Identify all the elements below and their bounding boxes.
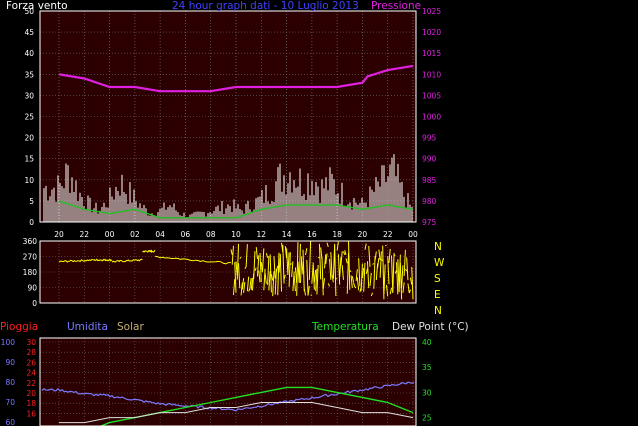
pressure-tick-label: 975 <box>422 218 437 227</box>
pressure-tick-label: 1010 <box>422 70 441 79</box>
legend-pioggia: Pioggia <box>0 321 38 333</box>
x-tick-label: 04 <box>155 230 165 239</box>
compass-s: S <box>434 273 441 285</box>
x-tick-label: 22 <box>80 230 90 239</box>
x-tick-label: 06 <box>181 230 191 239</box>
x-tick-label: 00 <box>408 230 418 239</box>
wind-tick-label: 20 <box>24 134 34 143</box>
x-tick-label: 14 <box>282 230 292 239</box>
pressure-tick-label: 1000 <box>422 113 441 122</box>
legend-temperatura: Temperatura <box>311 321 379 333</box>
direction-tick-label: 0 <box>32 299 37 308</box>
temperature-tick-label: 40 <box>422 338 432 347</box>
compass-w: W <box>434 257 445 269</box>
x-tick-label: 02 <box>130 230 140 239</box>
pressure-tick-label: 1020 <box>422 28 441 37</box>
x-tick-label: 20 <box>54 230 64 239</box>
x-tick-label: 12 <box>257 230 267 239</box>
humidity-tick-label: 90 <box>5 358 15 367</box>
compass-e: E <box>434 289 441 301</box>
direction-mark <box>310 294 313 296</box>
wind-tick-label: 40 <box>24 49 34 58</box>
pressure-axis-label: Pressione <box>371 0 421 12</box>
temperature-tick-label: 30 <box>422 388 432 397</box>
pressure-tick-label: 1015 <box>422 49 441 58</box>
x-tick-label: 10 <box>231 230 241 239</box>
pressure-tick-label: 995 <box>422 134 437 143</box>
wind-axis-label: Forza vento <box>6 0 68 12</box>
direction-mark <box>317 256 320 259</box>
wind-tick-label: 0 <box>29 218 34 227</box>
direction-tick-label: 180 <box>23 268 38 277</box>
wind-tick-label: 45 <box>24 28 34 37</box>
rain-tick-label: 26 <box>26 358 36 367</box>
pressure-tick-label: 1005 <box>422 91 441 100</box>
rain-tick-label: 18 <box>26 399 36 408</box>
compass-n1: N <box>434 241 442 253</box>
x-tick-label: 00 <box>105 230 115 239</box>
temperature-tick-label: 35 <box>422 363 432 372</box>
legend-umidita: Umidita <box>67 321 108 333</box>
wind-tick-label: 35 <box>24 70 34 79</box>
rain-tick-label: 20 <box>26 389 36 398</box>
temperature-tick-label: 25 <box>422 414 432 423</box>
x-tick-label: 08 <box>206 230 216 239</box>
pressure-tick-label: 1025 <box>422 7 441 16</box>
humidity-tick-label: 80 <box>5 378 15 387</box>
rain-tick-label: 30 <box>26 338 36 347</box>
weather-chart: 0510152025303540455097598098599099510001… <box>0 0 469 426</box>
compass-n2: N <box>434 305 442 317</box>
direction-tick-label: 90 <box>27 284 37 293</box>
pressure-tick-label: 980 <box>422 197 437 206</box>
wind-tick-label: 10 <box>24 176 34 185</box>
humidity-tick-label: 70 <box>5 398 15 407</box>
rain-tick-label: 22 <box>26 379 36 388</box>
rain-tick-label: 28 <box>26 348 36 357</box>
legend-dewpoint: Dew Point (°C) <box>392 321 469 333</box>
humidity-plot-area <box>40 338 416 426</box>
rain-tick-label: 16 <box>26 409 36 418</box>
wind-tick-label: 5 <box>29 197 34 206</box>
x-tick-label: 16 <box>307 230 317 239</box>
humidity-tick-label: 100 <box>1 338 16 347</box>
wind-plot-area <box>40 11 416 222</box>
direction-tick-label: 270 <box>23 253 38 262</box>
legend-solar: Solar <box>117 321 144 333</box>
rain-tick-label: 24 <box>26 369 36 378</box>
x-tick-label: 18 <box>332 230 342 239</box>
wind-tick-label: 25 <box>24 113 34 122</box>
humidity-tick-label: 60 <box>5 418 15 426</box>
x-tick-label: 22 <box>383 230 393 239</box>
pressure-tick-label: 985 <box>422 176 437 185</box>
wind-tick-label: 30 <box>24 91 34 100</box>
direction-tick-label: 360 <box>23 237 38 246</box>
chart-title: 24 hour graph dati - 10 Luglio 2013 <box>172 0 359 12</box>
x-tick-label: 20 <box>358 230 368 239</box>
wind-tick-label: 15 <box>24 155 34 164</box>
pressure-tick-label: 990 <box>422 155 437 164</box>
